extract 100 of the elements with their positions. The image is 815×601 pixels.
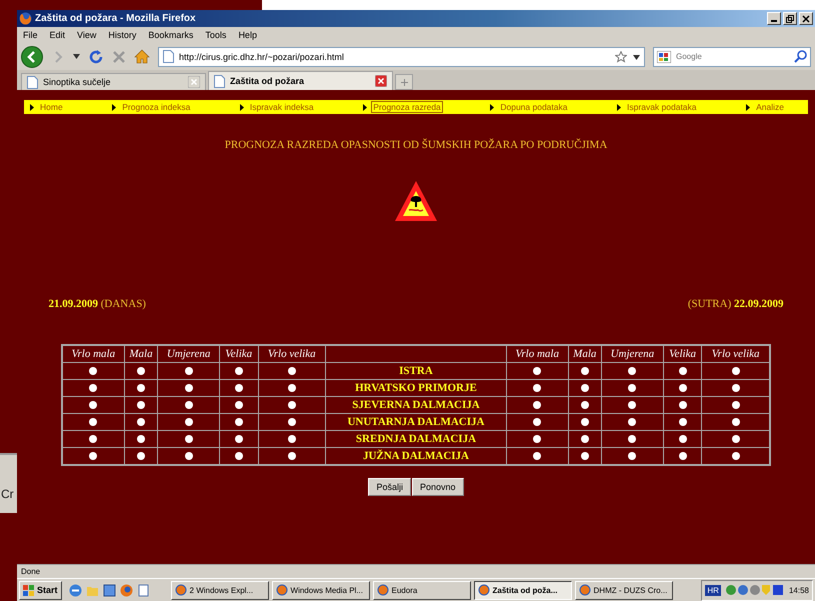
window-icon[interactable] [102,584,116,596]
radio-button[interactable] [234,367,243,376]
star-icon[interactable] [615,50,627,62]
radio-button[interactable] [89,435,98,444]
menu-item[interactable]: File [23,30,38,40]
radio-button[interactable] [288,452,296,460]
dropdown-caret-icon[interactable] [633,54,640,60]
radio-button[interactable] [137,367,145,376]
radio-button[interactable] [89,367,98,376]
nav-link[interactable]: Ispravak podataka [625,101,699,113]
radio-button[interactable] [533,452,542,460]
radio-button[interactable] [184,452,193,460]
radio-button[interactable] [137,435,145,444]
radio-button[interactable] [580,384,589,392]
browser-tab[interactable]: Sinoptika sučelje [21,73,206,90]
firefox-logo-icon[interactable] [120,584,133,596]
nav-link[interactable]: Prognoza indeksa [120,101,192,113]
radio-button[interactable] [628,384,636,392]
taskbar-button[interactable]: Eudora [372,580,471,600]
menu-item[interactable]: History [108,30,136,40]
radio-button[interactable] [580,452,589,460]
menu-item[interactable]: Bookmarks [148,30,194,40]
radio-button[interactable] [89,384,98,392]
radio-button[interactable] [184,418,193,426]
radio-button[interactable] [580,435,589,444]
form-button[interactable]: Ponovno [412,478,464,496]
radio-button[interactable] [678,435,687,444]
radio-button[interactable] [678,401,687,410]
radio-button[interactable] [234,435,243,444]
radio-button[interactable] [678,452,687,460]
radio-button[interactable] [288,384,296,392]
radio-button[interactable] [184,401,193,410]
radio-button[interactable] [234,418,243,426]
radio-button[interactable] [89,401,98,410]
radio-button[interactable] [137,384,145,392]
minimize-button[interactable] [767,12,781,25]
radio-button[interactable] [533,435,542,444]
close-tab-icon[interactable] [375,75,387,87]
nav-link[interactable]: Analize [754,101,786,113]
radio-button[interactable] [732,452,740,460]
radio-button[interactable] [628,435,636,444]
reload-icon[interactable] [88,48,104,64]
radio-button[interactable] [89,418,98,426]
radio-button[interactable] [288,418,296,426]
search-field[interactable]: Google [653,46,811,66]
nav-link[interactable]: Dopuna podataka [498,101,570,113]
nav-link[interactable]: Home [38,101,65,113]
radio-button[interactable] [678,367,687,376]
document-icon[interactable] [136,584,150,596]
start-button[interactable]: Start [19,580,62,600]
radio-button[interactable] [137,452,145,460]
radio-button[interactable] [533,384,542,392]
radio-button[interactable] [732,418,740,426]
radio-button[interactable] [580,401,589,410]
radio-button[interactable] [533,401,542,410]
radio-button[interactable] [533,418,542,426]
radio-button[interactable] [234,452,243,460]
radio-button[interactable] [288,435,296,444]
radio-button[interactable] [580,367,589,376]
taskbar-button[interactable]: Windows Media Pl... [272,580,370,600]
radio-button[interactable] [184,435,193,444]
radio-button[interactable] [137,418,145,426]
nav-link[interactable]: Ispravak indeksa [248,101,316,113]
radio-button[interactable] [628,401,636,410]
nav-link[interactable]: Prognoza razreda [371,101,443,113]
search-icon[interactable] [794,50,807,62]
radio-button[interactable] [580,418,589,426]
home-icon[interactable] [134,49,150,64]
radio-button[interactable] [89,452,98,460]
radio-button[interactable] [678,384,687,392]
radio-button[interactable] [732,401,740,410]
radio-button[interactable] [628,367,636,376]
taskbar-button[interactable]: Zaštita od poža... [474,580,572,600]
radio-button[interactable] [137,401,145,410]
address-field[interactable]: http://cirus.gric.dhz.hr/~pozari/pozari.html [158,46,645,66]
language-indicator[interactable]: HR [705,584,721,596]
maximize-button[interactable] [783,12,797,25]
menu-item[interactable]: View [77,30,96,40]
taskbar-button[interactable]: DHMZ - DUZS Cro... [574,580,673,600]
close-button[interactable] [799,12,813,25]
radio-button[interactable] [732,384,740,392]
form-button[interactable]: Pošalji [368,478,411,496]
radio-button[interactable] [234,384,243,392]
back-button[interactable] [21,46,43,68]
radio-button[interactable] [628,452,636,460]
radio-button[interactable] [628,418,636,426]
radio-button[interactable] [288,401,296,410]
browser-icon[interactable] [68,584,82,596]
radio-button[interactable] [678,418,687,426]
radio-button[interactable] [184,367,193,376]
menu-item[interactable]: Help [238,30,257,40]
menu-item[interactable]: Tools [205,30,226,40]
radio-button[interactable] [234,401,243,410]
taskbar-button[interactable]: 2 Windows Expl... [170,580,269,600]
browser-tab[interactable]: Zaštita od požara [208,71,393,90]
radio-button[interactable] [732,367,740,376]
radio-button[interactable] [288,367,296,376]
radio-button[interactable] [533,367,542,376]
radio-button[interactable] [184,384,193,392]
menu-item[interactable]: Edit [50,30,66,40]
